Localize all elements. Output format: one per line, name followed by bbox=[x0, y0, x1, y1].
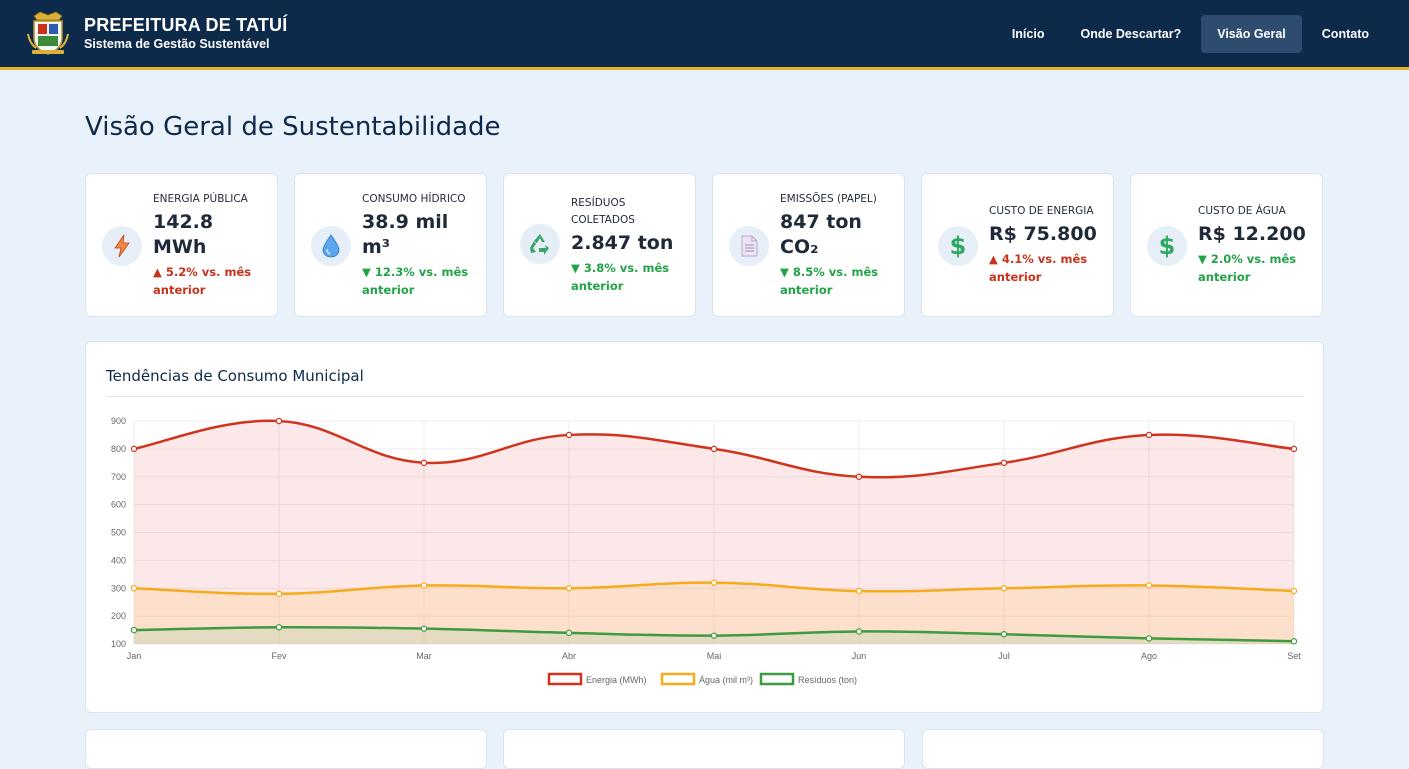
nav-inicio[interactable]: Início bbox=[996, 15, 1061, 53]
x-tick-label: Set bbox=[1287, 651, 1301, 661]
kpi-delta: ▲ 4.1% vs. mês anterior bbox=[989, 252, 1088, 284]
data-point bbox=[855, 587, 863, 595]
kpi-value: 38.9 mil m³ bbox=[362, 211, 449, 258]
data-point bbox=[710, 579, 718, 586]
y-tick-label: 900 bbox=[111, 416, 126, 426]
data-point bbox=[130, 585, 138, 592]
data-point bbox=[1290, 587, 1298, 595]
kpi-delta: ▼ 3.8% vs. mês anterior bbox=[571, 261, 670, 293]
data-point bbox=[1145, 582, 1153, 589]
water-drop-icon bbox=[311, 226, 351, 266]
data-point bbox=[1000, 631, 1008, 638]
x-tick-label: Jan bbox=[127, 651, 142, 661]
y-tick-label: 400 bbox=[111, 555, 126, 565]
y-tick-label: 300 bbox=[111, 583, 126, 593]
legend-swatch bbox=[547, 672, 583, 686]
lightning-icon bbox=[102, 226, 142, 266]
data-point bbox=[1290, 445, 1298, 453]
data-point bbox=[1145, 635, 1153, 642]
data-point bbox=[710, 445, 718, 453]
kpi-card-residuos: RESÍDUOS COLETADOS 2.847 ton ▼ 3.8% vs. … bbox=[503, 173, 696, 317]
x-tick-label: Mar bbox=[416, 651, 432, 661]
kpi-delta: ▼ 12.3% vs. mês anterior bbox=[362, 265, 469, 297]
page-title: Visão Geral de Sustentabilidade bbox=[85, 112, 501, 142]
brand-title: PREFEITURA DE TATUÍ bbox=[84, 15, 288, 35]
brand[interactable]: PREFEITURA DE TATUÍ Sistema de Gestão Su… bbox=[26, 10, 287, 56]
kpi-delta: ▼ 8.5% vs. mês anterior bbox=[780, 265, 879, 297]
data-point bbox=[710, 632, 718, 639]
data-point bbox=[855, 473, 863, 480]
data-point bbox=[565, 431, 573, 439]
x-tick-label: Jun bbox=[852, 651, 867, 661]
y-tick-label: 500 bbox=[111, 528, 126, 538]
recycle-icon bbox=[520, 224, 560, 264]
data-point bbox=[275, 417, 283, 425]
nav-contato[interactable]: Contato bbox=[1306, 15, 1385, 53]
bottom-card-2 bbox=[503, 729, 905, 769]
y-tick-label: 200 bbox=[111, 611, 126, 621]
nav-onde-descartar[interactable]: Onde Descartar? bbox=[1064, 15, 1197, 53]
data-point bbox=[1000, 459, 1008, 467]
data-point bbox=[275, 624, 283, 631]
kpi-label: CONSUMO HÍDRICO bbox=[362, 193, 466, 205]
kpi-delta: ▲ 5.2% vs. mês anterior bbox=[153, 265, 252, 297]
data-point bbox=[565, 585, 573, 592]
nav-visao-geral[interactable]: Visão Geral bbox=[1201, 15, 1302, 53]
data-point bbox=[1000, 585, 1008, 592]
data-point bbox=[855, 628, 863, 635]
data-point bbox=[130, 445, 138, 453]
x-tick-label: Fev bbox=[271, 651, 287, 661]
paper-document-icon bbox=[729, 226, 769, 266]
kpi-card-energia: ENERGIA PÚBLICA 142.8 MWh ▲ 5.2% vs. mês… bbox=[85, 173, 278, 317]
y-tick-label: 800 bbox=[111, 444, 126, 454]
brand-subtitle: Sistema de Gestão Sustentável bbox=[84, 37, 270, 51]
data-point bbox=[420, 582, 428, 589]
data-point bbox=[565, 629, 573, 637]
x-tick-label: Ago bbox=[1141, 651, 1157, 661]
bottom-card-1 bbox=[85, 729, 487, 769]
data-point bbox=[275, 590, 283, 598]
legend-label: Resíduos (ton) bbox=[798, 675, 857, 685]
kpi-card-emissoes: EMISSÕES (PAPEL) 847 ton CO₂ ▼ 8.5% vs. … bbox=[712, 173, 905, 317]
kpi-value: R$ 75.800 bbox=[989, 223, 1097, 245]
main-nav: Início Onde Descartar? Visão Geral Conta… bbox=[992, 15, 1385, 53]
legend-swatch bbox=[759, 672, 795, 686]
municipal-crest-icon bbox=[27, 11, 69, 55]
trend-chart: 900 800 700 600 500 400 300 200 100Jan Fev Mar Abr M… bbox=[111, 416, 1301, 686]
x-tick-label: Mai bbox=[707, 651, 722, 661]
top-navbar: PREFEITURA DE TATUÍ Sistema de Gestão Su… bbox=[0, 0, 1409, 70]
data-point bbox=[1145, 431, 1153, 439]
consumption-trend-chart-card: Tendências de Consumo Municipal 900 800 70… bbox=[85, 341, 1324, 713]
kpi-label: RESÍDUOS COLETADOS bbox=[571, 197, 635, 226]
kpi-value: 847 ton CO₂ bbox=[780, 211, 862, 258]
legend-swatch bbox=[660, 672, 696, 686]
x-tick-label: Abr bbox=[562, 651, 576, 661]
kpi-value: 2.847 ton bbox=[571, 232, 674, 254]
legend-label: Água (mil m³) bbox=[699, 675, 753, 685]
data-point bbox=[420, 625, 428, 632]
kpi-label: EMISSÕES (PAPEL) bbox=[780, 193, 877, 205]
y-tick-label: 700 bbox=[111, 472, 126, 482]
bottom-card-3 bbox=[922, 729, 1324, 769]
kpi-label: CUSTO DE ENERGIA bbox=[989, 205, 1094, 217]
dollar-icon: $ bbox=[1147, 226, 1187, 266]
x-tick-label: Jul bbox=[998, 651, 1010, 661]
kpi-value: 142.8 MWh bbox=[153, 211, 214, 258]
y-tick-label: 100 bbox=[111, 639, 126, 649]
kpi-card-custo-energia: $ CUSTO DE ENERGIA R$ 75.800 ▲ 4.1% vs. … bbox=[921, 173, 1114, 317]
kpi-delta: ▼ 2.0% vs. mês anterior bbox=[1198, 252, 1297, 284]
kpi-label: CUSTO DE ÁGUA bbox=[1198, 205, 1286, 217]
kpi-card-consumo-hidrico: CONSUMO HÍDRICO 38.9 mil m³ ▼ 12.3% vs. … bbox=[294, 173, 487, 317]
data-point bbox=[420, 459, 428, 467]
y-tick-label: 600 bbox=[111, 500, 126, 510]
dollar-icon: $ bbox=[938, 226, 978, 266]
data-point bbox=[130, 626, 138, 634]
kpi-value: R$ 12.200 bbox=[1198, 223, 1306, 245]
kpi-label: ENERGIA PÚBLICA bbox=[153, 193, 248, 205]
data-point bbox=[1290, 638, 1298, 645]
legend-label: Energia (MWh) bbox=[586, 675, 647, 685]
kpi-card-custo-agua: $ CUSTO DE ÁGUA R$ 12.200 ▼ 2.0% vs. mês… bbox=[1130, 173, 1323, 317]
